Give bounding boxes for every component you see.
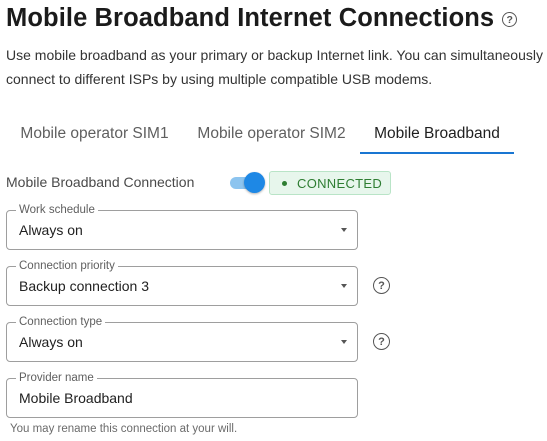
connection-priority-value: Backup connection 3 (19, 278, 149, 294)
connection-type-label: Connection type (16, 315, 106, 329)
help-circle-icon[interactable]: ? (502, 12, 518, 27)
connection-priority-label: Connection priority (16, 259, 118, 273)
tab-mobile-operator-sim2[interactable]: Mobile operator SIM2 (183, 116, 360, 152)
work-schedule-select[interactable]: Work schedule Always on (6, 203, 358, 250)
tab-bar: Mobile operator SIM1 Mobile operator SIM… (6, 116, 514, 154)
connection-toggle[interactable] (228, 170, 265, 194)
connection-type-help-icon[interactable]: ? (373, 333, 390, 350)
page-title: Mobile Broadband Internet Connections (6, 3, 495, 32)
work-schedule-value: Always on (19, 222, 83, 238)
connection-type-value: Always on (19, 334, 83, 350)
provider-name-hint: You may rename this connection at your w… (10, 423, 238, 435)
toggle-thumb (244, 172, 265, 193)
status-text: CONNECTED (297, 175, 383, 191)
provider-name-value[interactable]: Mobile Broadband (19, 390, 133, 406)
connection-type-select[interactable]: Connection type Always on (6, 315, 358, 362)
caret-down-icon (341, 228, 347, 232)
provider-name-label: Provider name (16, 371, 97, 385)
tab-mobile-operator-sim1[interactable]: Mobile operator SIM1 (6, 116, 183, 152)
caret-down-icon (341, 284, 347, 288)
connection-label: Mobile Broadband Connection (6, 174, 195, 190)
work-schedule-label: Work schedule (16, 203, 98, 217)
page-description: Use mobile broadband as your primary or … (6, 47, 543, 87)
status-dot-icon (282, 180, 287, 186)
tab-mobile-broadband[interactable]: Mobile Broadband (360, 116, 514, 154)
connection-row: Mobile Broadband Connection CONNECTED (6, 168, 406, 196)
connection-priority-help-icon[interactable]: ? (373, 277, 390, 294)
status-badge: CONNECTED (269, 171, 391, 195)
caret-down-icon (341, 340, 347, 344)
page-header: Mobile Broadband Internet Connections ? (6, 0, 518, 36)
connection-priority-select[interactable]: Connection priority Backup connection 3 (6, 259, 358, 306)
provider-name-input[interactable]: Provider name Mobile Broadband (6, 371, 358, 418)
